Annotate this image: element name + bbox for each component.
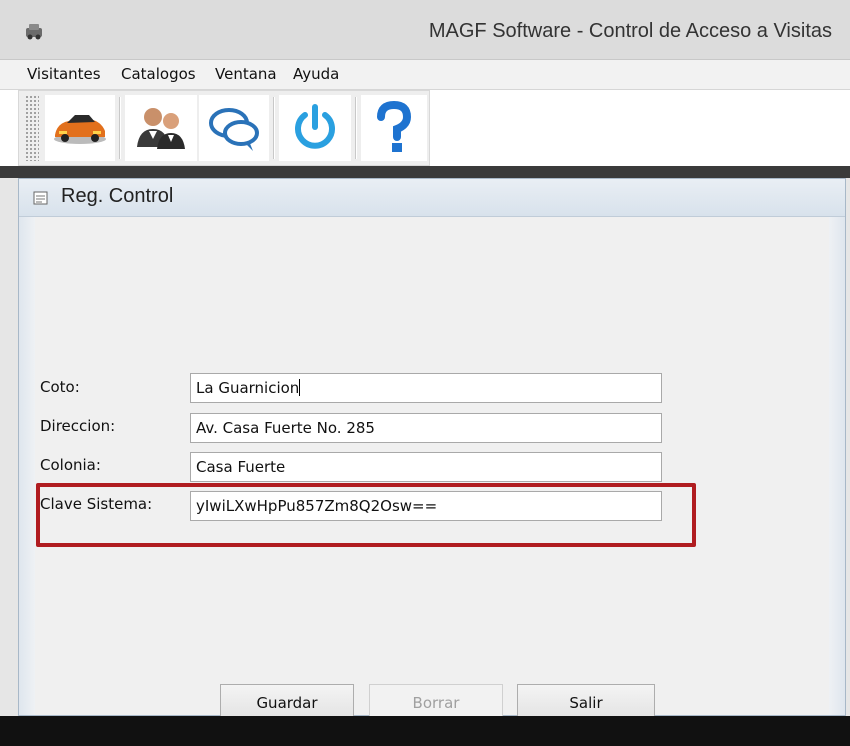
car-icon bbox=[54, 115, 106, 144]
menu-ventana[interactable]: Ventana bbox=[215, 65, 277, 83]
colonia-label: Colonia: bbox=[40, 456, 101, 474]
title-bar: MAGF Software - Control de Acceso a Visi… bbox=[0, 0, 850, 60]
toolbar-separator bbox=[273, 97, 275, 159]
help-icon bbox=[377, 100, 412, 152]
colonia-input[interactable]: Casa Fuerte bbox=[190, 452, 662, 482]
toolbar-power-button[interactable] bbox=[279, 95, 351, 161]
coto-input[interactable]: La Guarnicion bbox=[190, 373, 662, 403]
menu-visitantes[interactable]: Visitantes bbox=[27, 65, 101, 83]
app-icon bbox=[26, 24, 42, 40]
toolbar-shadow-band bbox=[0, 166, 850, 178]
toolbar-car-button[interactable] bbox=[45, 95, 115, 161]
toolbar-separator bbox=[119, 97, 121, 159]
direccion-input[interactable]: Av. Casa Fuerte No. 285 bbox=[190, 413, 662, 443]
menu-ayuda[interactable]: Ayuda bbox=[293, 65, 339, 83]
toolbar bbox=[18, 90, 430, 166]
toolbar-separator bbox=[355, 97, 357, 159]
coto-label: Coto: bbox=[40, 378, 80, 396]
toolbar-grip[interactable] bbox=[25, 95, 39, 161]
frame-title: Reg. Control bbox=[61, 185, 174, 207]
toolbar-chat-button[interactable] bbox=[199, 95, 269, 161]
window-title: MAGF Software - Control de Acceso a Visi… bbox=[428, 20, 832, 42]
text-caret bbox=[299, 379, 301, 396]
toolbar-users-button[interactable] bbox=[125, 95, 197, 161]
frame-border-left bbox=[19, 217, 35, 715]
reg-control-window: Reg. Control bbox=[18, 178, 846, 716]
chat-bubbles-icon bbox=[209, 108, 259, 151]
highlight-box bbox=[36, 483, 696, 547]
document-icon bbox=[33, 191, 48, 205]
frame-title-bar[interactable]: Reg. Control bbox=[19, 179, 845, 217]
toolbar-help-button[interactable] bbox=[361, 95, 427, 161]
direccion-label: Direccion: bbox=[40, 417, 116, 435]
menu-catalogos[interactable]: Catalogos bbox=[121, 65, 196, 83]
taskbar-edge bbox=[0, 716, 850, 746]
power-icon bbox=[295, 104, 335, 149]
coto-value: La Guarnicion bbox=[196, 379, 300, 397]
menu-bar: Visitantes Catalogos Ventana Ayuda bbox=[0, 60, 850, 90]
users-icon bbox=[137, 108, 185, 149]
frame-border-right bbox=[829, 217, 845, 715]
